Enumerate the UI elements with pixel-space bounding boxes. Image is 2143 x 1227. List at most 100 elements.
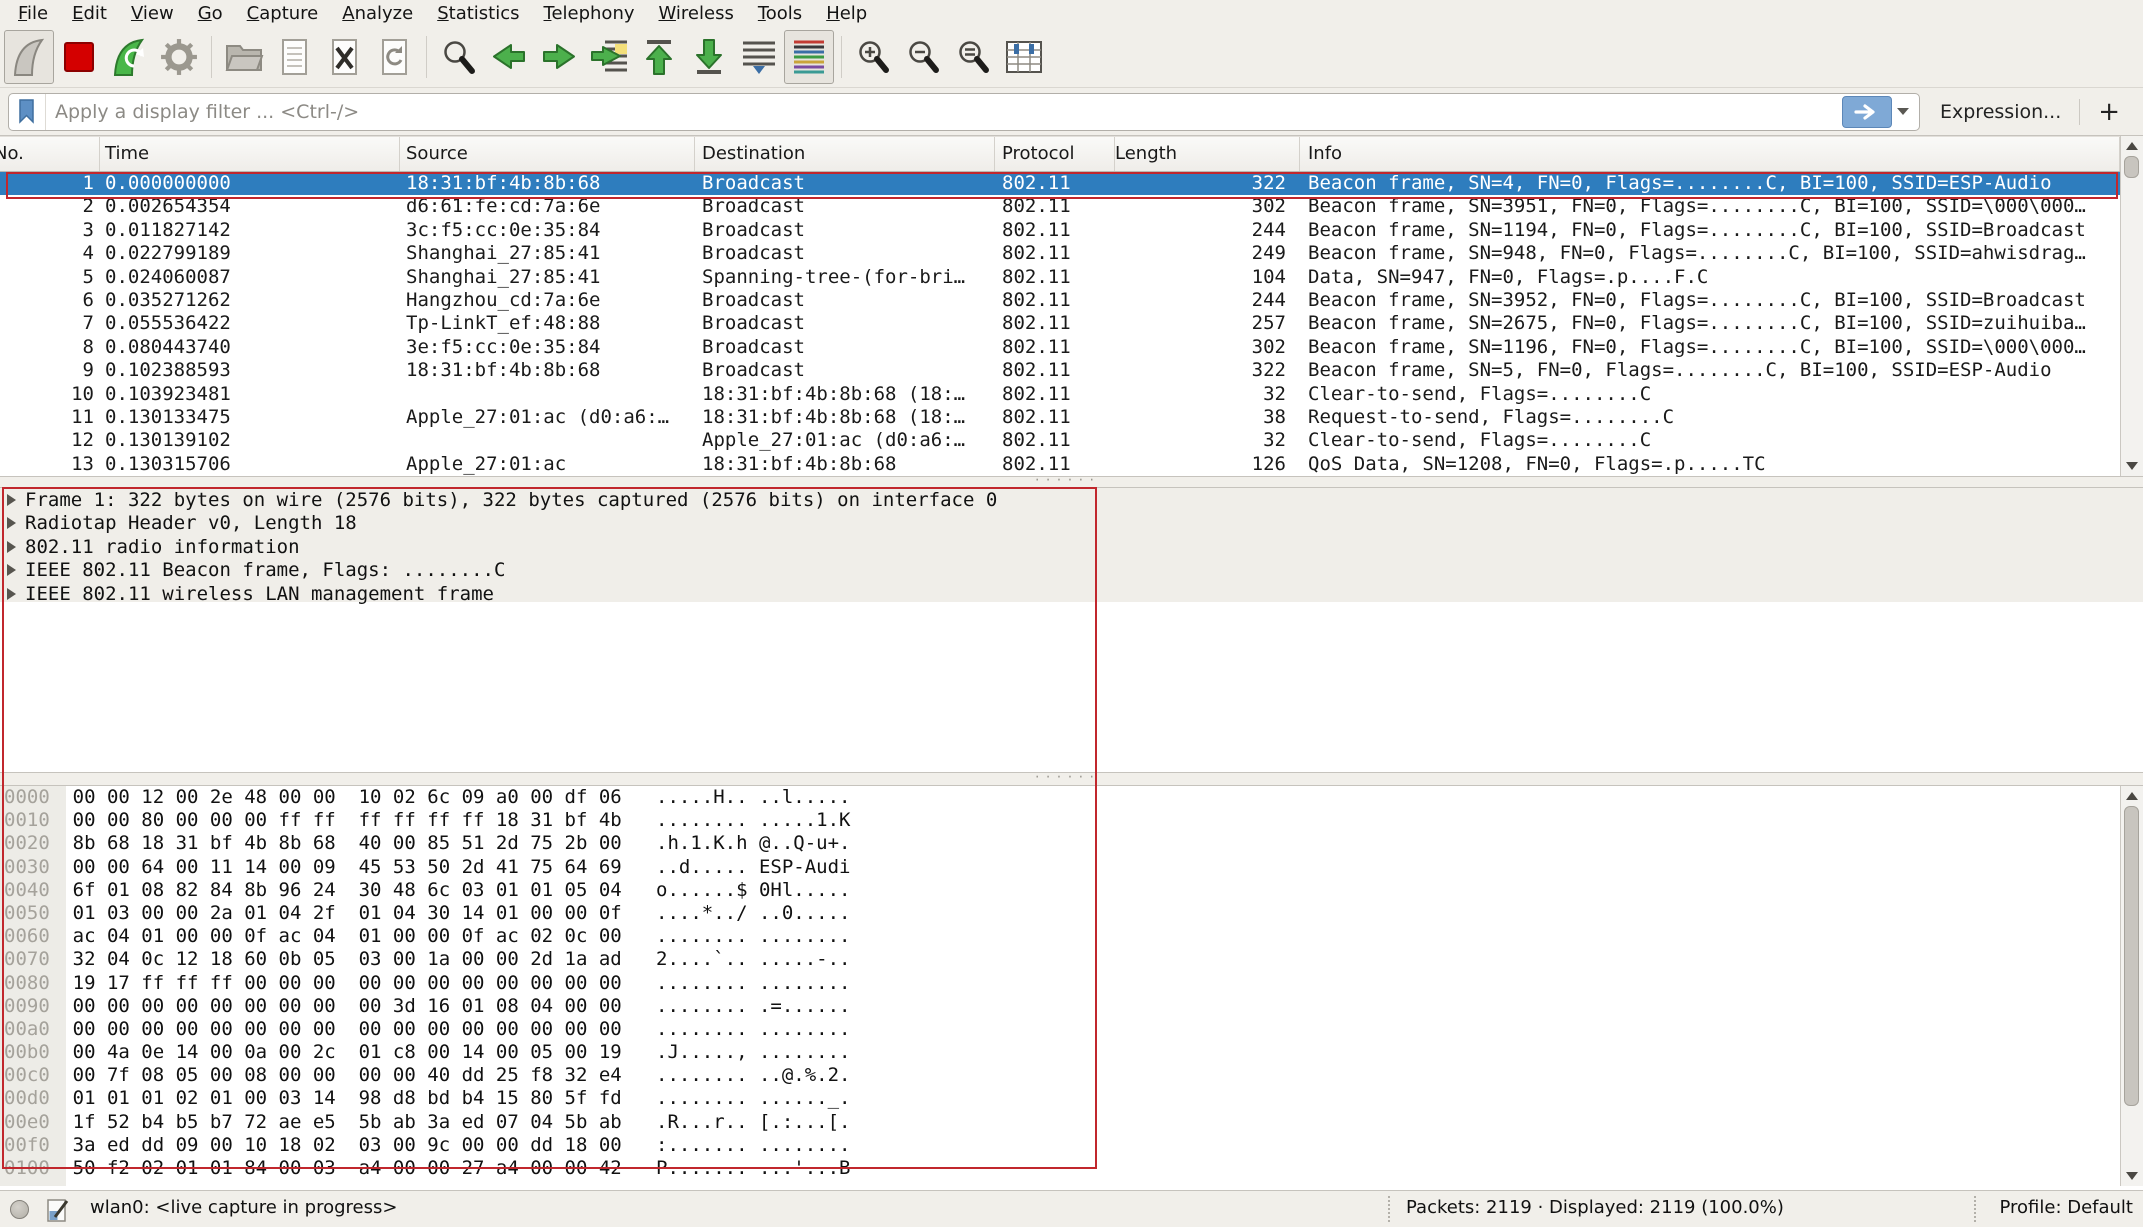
hex-splitter-handle[interactable] [0, 772, 2143, 786]
find-packet-icon[interactable] [434, 30, 484, 84]
save-file-icon[interactable] [269, 30, 319, 84]
detail-row-text: 802.11 radio information [25, 536, 300, 558]
hex-row[interactable]: 0010 00 00 80 00 00 00 ff ff ff ff ff ff… [0, 809, 2120, 832]
packet-row[interactable]: 50.024060087Shanghai_27:85:41Spanning-tr… [0, 266, 2120, 289]
menu-view[interactable]: View [119, 3, 186, 24]
hex-row[interactable]: 00f0 3a ed dd 09 00 10 18 02 03 00 9c 00… [0, 1134, 2120, 1157]
expander-triangle-icon[interactable] [7, 494, 16, 506]
menu-help[interactable]: Help [814, 3, 879, 24]
menu-edit[interactable]: Edit [60, 3, 119, 24]
menu-file[interactable]: File [6, 3, 60, 24]
hex-row[interactable]: 0040 6f 01 08 82 84 8b 96 24 30 48 6c 03… [0, 879, 2120, 902]
apply-filter-button[interactable] [1842, 96, 1892, 128]
packet-list-scroll-thumb[interactable] [2124, 156, 2139, 178]
cell-protocol: 802.11 [995, 195, 1115, 218]
go-last-icon[interactable] [684, 30, 734, 84]
packet-row[interactable]: 40.022799189Shanghai_27:85:41Broadcast80… [0, 242, 2120, 265]
packet-row[interactable]: 120.130139102Apple_27:01:ac (d0:a6:…802.… [0, 429, 2120, 452]
packet-row[interactable]: 90.10238859318:31:bf:4b:8b:68Broadcast80… [0, 359, 2120, 382]
column-header-no[interactable]: No. [0, 137, 100, 171]
restart-capture-icon[interactable] [104, 30, 154, 84]
colorize-icon[interactable] [784, 30, 834, 84]
hex-row[interactable]: 00b0 00 4a 0e 14 00 0a 00 2c 01 c8 00 14… [0, 1041, 2120, 1064]
hex-scrollbar[interactable] [2120, 786, 2143, 1186]
zoom-in-icon[interactable] [849, 30, 899, 84]
stop-capture-icon[interactable] [54, 30, 104, 84]
menu-capture[interactable]: Capture [235, 3, 331, 24]
close-file-icon[interactable] [319, 30, 369, 84]
packet-row[interactable]: 100.10392348118:31:bf:4b:8b:68 (18:…802.… [0, 383, 2120, 406]
start-capture-icon[interactable] [4, 30, 54, 84]
hex-row[interactable]: 0090 00 00 00 00 00 00 00 00 00 3d 16 01… [0, 995, 2120, 1018]
packet-row[interactable]: 10.00000000018:31:bf:4b:8b:68Broadcast80… [0, 172, 2120, 195]
column-header-destination[interactable]: Destination [695, 137, 995, 171]
scroll-down-arrow-icon[interactable] [2126, 1172, 2138, 1180]
column-header-info[interactable]: Info [1300, 137, 2120, 171]
packet-row[interactable]: 30.0118271423c:f5:cc:0e:35:84Broadcast80… [0, 219, 2120, 242]
expander-triangle-icon[interactable] [7, 564, 16, 576]
hex-row[interactable]: 00c0 00 7f 08 05 00 08 00 00 00 00 40 dd… [0, 1064, 2120, 1087]
filter-bookmark-button[interactable] [9, 94, 46, 130]
hex-row[interactable]: 0020 8b 68 18 31 bf 4b 8b 68 40 00 85 51… [0, 832, 2120, 855]
details-splitter-handle[interactable] [0, 476, 2143, 488]
packet-row[interactable]: 20.002654354d6:61:fe:cd:7a:6eBroadcast80… [0, 195, 2120, 218]
capture-file-properties-icon[interactable] [46, 1197, 71, 1227]
scroll-down-arrow-icon[interactable] [2126, 462, 2138, 470]
hex-row[interactable]: 0100 50 f2 02 01 01 84 00 03 a4 00 00 27… [0, 1157, 2120, 1180]
detail-tree-row[interactable]: 802.11 radio information [0, 535, 2143, 559]
scroll-up-arrow-icon[interactable] [2126, 142, 2138, 150]
filter-dropdown-caret[interactable] [1897, 108, 1909, 115]
hex-row[interactable]: 0030 00 00 64 00 11 14 00 09 45 53 50 2d… [0, 856, 2120, 879]
column-header-source[interactable]: Source [400, 137, 695, 171]
expander-triangle-icon[interactable] [7, 517, 16, 529]
add-filter-button[interactable]: + [2098, 99, 2120, 125]
menu-analyze[interactable]: Analyze [330, 3, 425, 24]
packet-row[interactable]: 70.055536422Tp-LinkT_ef:48:88Broadcast80… [0, 312, 2120, 335]
menu-telephony[interactable]: Telephony [532, 3, 647, 24]
reload-file-icon[interactable] [369, 30, 419, 84]
menu-tools[interactable]: Tools [746, 3, 814, 24]
go-to-packet-icon[interactable] [584, 30, 634, 84]
expander-triangle-icon[interactable] [7, 588, 16, 600]
menu-wireless[interactable]: Wireless [647, 3, 746, 24]
column-header-length[interactable]: Length [1115, 137, 1300, 171]
hex-ascii: .R...r.. [.:...[. [656, 1111, 850, 1133]
hex-row[interactable]: 00e0 1f 52 b4 b5 b7 72 ae e5 5b ab 3a ed… [0, 1111, 2120, 1134]
hex-row[interactable]: 0050 01 03 00 00 2a 01 04 2f 01 04 30 14… [0, 902, 2120, 925]
hex-offset: 0100 [4, 1157, 50, 1179]
capture-options-icon[interactable] [154, 30, 204, 84]
auto-scroll-icon[interactable] [734, 30, 784, 84]
resize-columns-icon[interactable] [999, 30, 1049, 84]
column-header-protocol[interactable]: Protocol [995, 137, 1115, 171]
zoom-reset-icon[interactable] [949, 30, 999, 84]
expander-triangle-icon[interactable] [7, 541, 16, 553]
detail-tree-row[interactable]: Frame 1: 322 bytes on wire (2576 bits), … [0, 488, 2143, 512]
expression-button[interactable]: Expression... [1940, 101, 2061, 123]
hex-row[interactable]: 0070 32 04 0c 12 18 60 0b 05 03 00 1a 00… [0, 948, 2120, 971]
hex-scroll-thumb[interactable] [2124, 806, 2139, 1106]
go-back-icon[interactable] [484, 30, 534, 84]
menu-go[interactable]: Go [186, 3, 235, 24]
hex-row[interactable]: 0080 19 17 ff ff ff 00 00 00 00 00 00 00… [0, 972, 2120, 995]
scroll-up-arrow-icon[interactable] [2126, 792, 2138, 800]
zoom-out-icon[interactable] [899, 30, 949, 84]
cell-no: 5 [0, 266, 100, 289]
display-filter-input[interactable]: Apply a display filter ... <Ctrl-/> [8, 93, 1920, 131]
open-file-icon[interactable] [219, 30, 269, 84]
profile-status[interactable]: Profile: Default [1999, 1197, 2133, 1218]
hex-row[interactable]: 0000 00 00 12 00 2e 48 00 00 10 02 6c 09… [0, 786, 2120, 809]
packet-row[interactable]: 60.035271262Hangzhou_cd:7a:6eBroadcast80… [0, 289, 2120, 312]
detail-tree-row[interactable]: IEEE 802.11 wireless LAN management fram… [0, 582, 2143, 606]
detail-tree-row[interactable]: IEEE 802.11 Beacon frame, Flags: .......… [0, 559, 2143, 583]
hex-row[interactable]: 00d0 01 01 01 02 01 00 03 14 98 d8 bd b4… [0, 1087, 2120, 1110]
hex-row[interactable]: 00a0 00 00 00 00 00 00 00 00 00 00 00 00… [0, 1018, 2120, 1041]
detail-tree-row[interactable]: Radiotap Header v0, Length 18 [0, 512, 2143, 536]
go-forward-icon[interactable] [534, 30, 584, 84]
menu-statistics[interactable]: Statistics [425, 3, 531, 24]
go-first-icon[interactable] [634, 30, 684, 84]
hex-row[interactable]: 0060 ac 04 01 00 00 0f ac 04 01 00 00 0f… [0, 925, 2120, 948]
packet-row[interactable]: 110.130133475Apple_27:01:ac (d0:a6:…18:3… [0, 406, 2120, 429]
packet-row[interactable]: 80.0804437403e:f5:cc:0e:35:84Broadcast80… [0, 336, 2120, 359]
column-header-time[interactable]: Time [100, 137, 400, 171]
packet-list-scrollbar[interactable] [2120, 136, 2143, 476]
